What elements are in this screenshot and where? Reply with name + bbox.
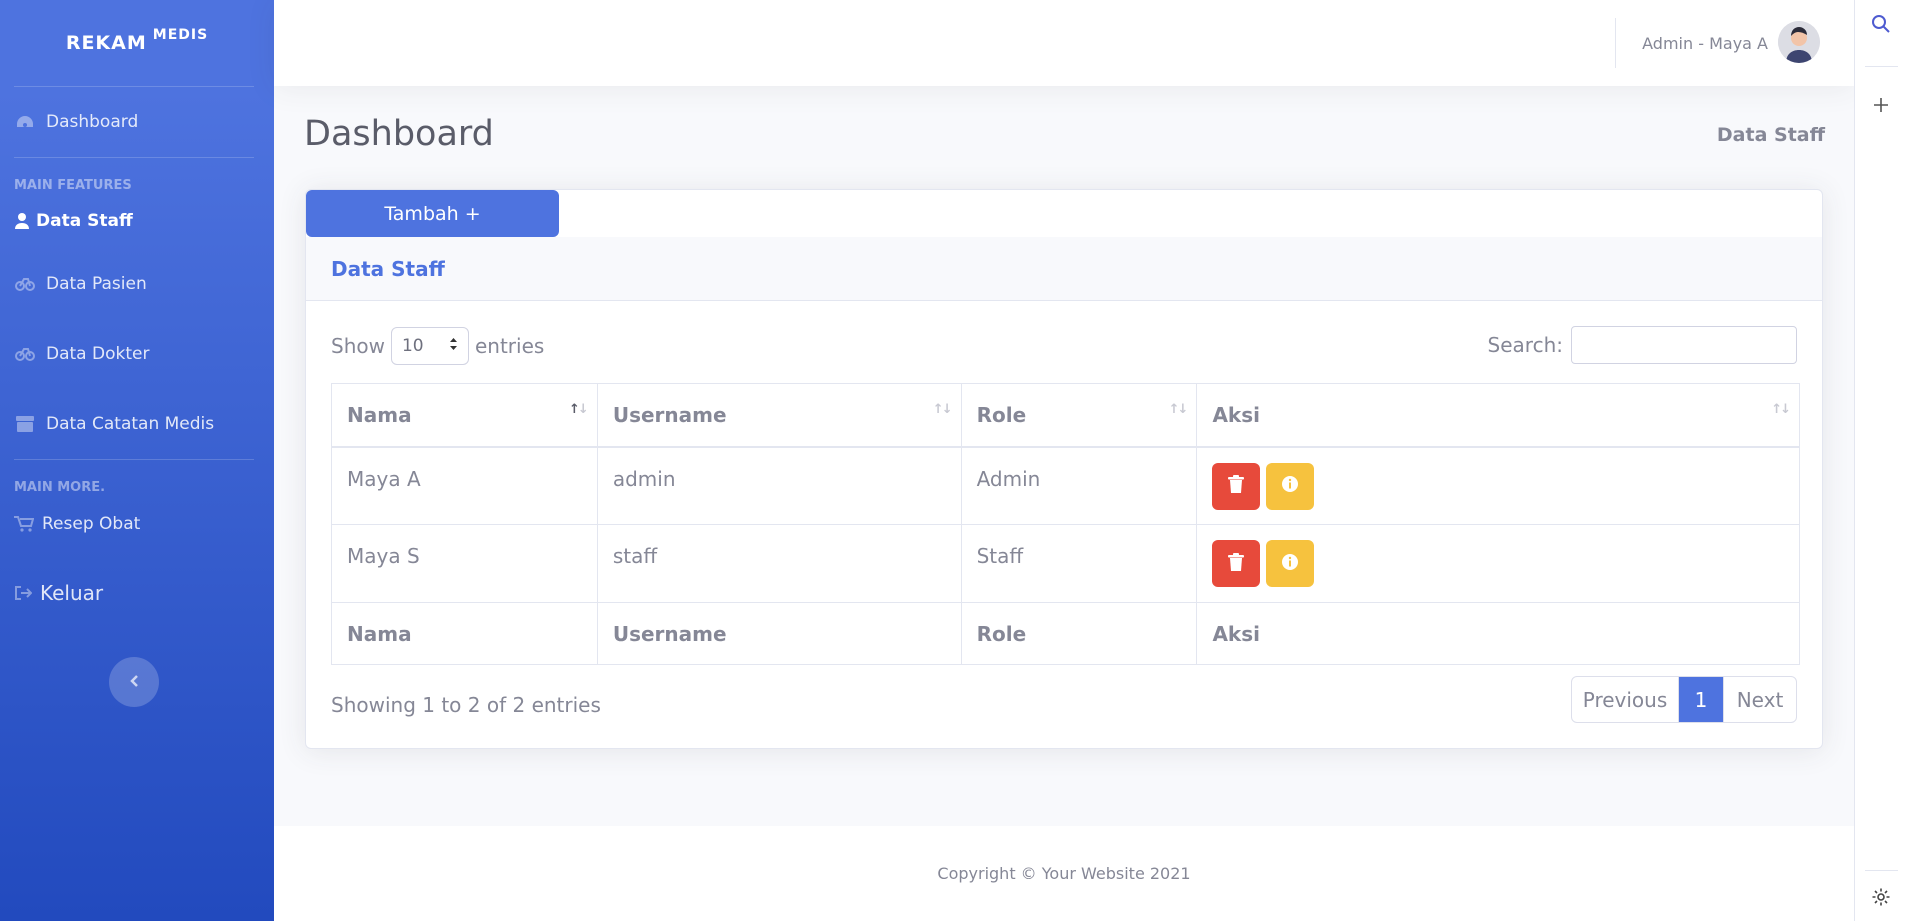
search-icon[interactable] (1869, 12, 1893, 36)
sidebar-item-data-staff[interactable]: Data Staff (0, 193, 274, 249)
sort-icon: ↑↓ (1168, 402, 1189, 417)
cell-aksi (1196, 524, 1800, 603)
sidebar-heading-more: MAIN MORE. (14, 480, 106, 495)
sign-out-icon (14, 582, 32, 604)
sidebar-item-data-dokter[interactable]: Data Dokter (0, 319, 274, 389)
gear-icon[interactable] (1869, 885, 1893, 909)
staff-table: Nama ↑↓ Username ↑↓ Role ↑↓ Aksi ↑↓ Maya A a… (331, 383, 1800, 665)
sidebar-item-label: Dashboard (46, 112, 139, 132)
plus-icon[interactable] (1869, 93, 1893, 117)
cell-username: admin (596, 446, 962, 525)
panel-divider (1865, 66, 1898, 67)
sidebar-item-resep-obat[interactable]: Resep Obat (0, 495, 274, 553)
sidebar-heading-features: MAIN FEATURES (14, 178, 132, 193)
sidebar: REKAM MEDIS Dashboard MAIN FEATURES Data… (0, 0, 274, 921)
data-staff-card: Tambah + Data Staff Show 10 entries Sear… (305, 189, 1823, 749)
sidebar-item-label: Data Dokter (46, 344, 150, 364)
info-button[interactable] (1266, 462, 1315, 510)
cell-aksi (1196, 446, 1800, 525)
page-title: Dashboard (304, 114, 494, 154)
column-header-role[interactable]: Role ↑↓ (960, 383, 1198, 448)
table-row: Maya S staff Staff (331, 524, 1800, 603)
sidebar-item-data-pasien[interactable]: Data Pasien (0, 249, 274, 319)
info-button[interactable] (1266, 540, 1315, 587)
trash-icon (1228, 552, 1245, 576)
sidebar-item-dashboard[interactable]: Dashboard (0, 87, 274, 157)
footer: Copyright © Your Website 2021 (274, 826, 1854, 921)
user-icon (14, 210, 30, 232)
table-row: Maya A admin Admin (331, 446, 1800, 525)
next-page-button[interactable]: Next (1723, 677, 1796, 722)
box-icon (14, 413, 36, 435)
sidebar-item-label: Data Pasien (46, 274, 147, 294)
sidebar-item-label: Data Staff (36, 211, 133, 231)
column-header-aksi[interactable]: Aksi ↑↓ (1196, 383, 1800, 448)
previous-page-button[interactable]: Previous (1572, 677, 1679, 722)
avatar[interactable] (1778, 21, 1820, 63)
page-1-button[interactable]: 1 (1679, 677, 1723, 722)
topbar-divider (1615, 18, 1616, 68)
add-staff-button[interactable]: Tambah + (306, 190, 559, 237)
sort-arrows-icon (449, 336, 458, 356)
page-length-value: 10 (401, 336, 424, 356)
chevron-left-icon (129, 673, 139, 692)
entries-label: entries (474, 334, 545, 358)
cell-role: Staff (960, 524, 1198, 603)
sort-icon: ↑↓ (569, 402, 589, 417)
copyright-text: Copyright © Your Website 2021 (937, 864, 1191, 883)
card-header: Data Staff (306, 237, 1822, 301)
cell-role: Admin (960, 446, 1198, 525)
delete-button[interactable] (1212, 540, 1261, 587)
sidebar-item-label: Keluar (40, 581, 104, 605)
sidebar-divider (14, 157, 254, 158)
column-header-username[interactable]: Username ↑↓ (596, 383, 962, 448)
footer-username: Username (596, 602, 962, 665)
table-header-row: Nama ↑↓ Username ↑↓ Role ↑↓ Aksi ↑↓ (331, 383, 1800, 448)
page-length-control: Show 10 entries (331, 327, 544, 365)
breadcrumb: Data Staff (1716, 124, 1825, 146)
panel-divider (1865, 870, 1898, 871)
cart-icon (14, 513, 34, 535)
sidebar-item-data-catatan-medis[interactable]: Data Catatan Medis (0, 389, 274, 459)
column-header-nama[interactable]: Nama ↑↓ (331, 383, 598, 448)
sidebar-toggle-button[interactable] (109, 657, 159, 707)
topbar: Admin - Maya A (274, 0, 1854, 86)
user-dropdown-label[interactable]: Admin - Maya A (1642, 0, 1768, 86)
sidebar-divider (14, 459, 254, 460)
table-search: Search: (1488, 326, 1797, 364)
sort-icon: ↑↓ (1771, 402, 1791, 417)
info-icon (1281, 474, 1299, 498)
right-tool-panel (1854, 0, 1907, 921)
sidebar-item-logout[interactable]: Keluar (0, 553, 274, 633)
brand-main: REKAM (65, 32, 147, 54)
brand-logo[interactable]: REKAM MEDIS (0, 0, 274, 86)
footer-nama: Nama (331, 602, 598, 665)
cell-nama: Maya A (331, 446, 598, 525)
gauge-icon (14, 343, 36, 365)
sidebar-item-label: Data Catatan Medis (46, 414, 215, 434)
delete-button[interactable] (1212, 462, 1261, 510)
page-length-select[interactable]: 10 (390, 327, 469, 365)
trash-icon (1228, 474, 1245, 498)
footer-role: Role (960, 602, 1198, 665)
brand-sup: MEDIS (152, 27, 209, 43)
gauge-icon (14, 111, 36, 133)
table-info: Showing 1 to 2 of 2 entries (331, 693, 601, 717)
search-label: Search: (1487, 333, 1563, 357)
sidebar-item-label: Resep Obat (42, 514, 141, 534)
gauge-icon (14, 273, 36, 295)
table-footer-row: Nama Username Role Aksi (331, 602, 1800, 665)
sort-icon: ↑↓ (932, 402, 953, 417)
search-input[interactable] (1571, 326, 1797, 364)
pagination: Previous 1 Next (1571, 676, 1797, 723)
show-label: Show (331, 334, 385, 358)
cell-nama: Maya S (331, 524, 598, 603)
cell-username: staff (596, 524, 962, 603)
footer-aksi: Aksi (1196, 602, 1800, 665)
info-icon (1281, 552, 1299, 576)
card-title: Data Staff (331, 256, 445, 281)
